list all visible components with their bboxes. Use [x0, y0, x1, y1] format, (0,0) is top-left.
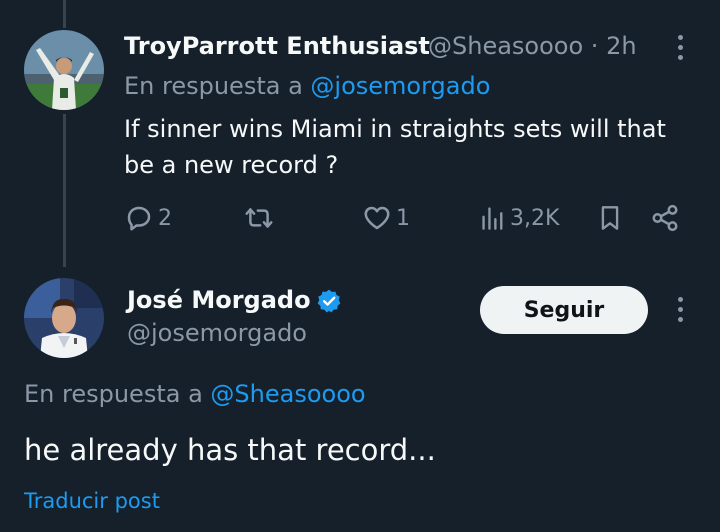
author-name[interactable]: José Morgado	[127, 284, 311, 316]
reply-count: 2	[158, 205, 172, 231]
verified-badge-icon	[316, 288, 342, 318]
meta-separator: ·	[590, 32, 599, 60]
follow-button[interactable]: Seguir	[480, 286, 648, 334]
author-meta: @Sheasoooo · 2h	[428, 30, 637, 62]
more-icon[interactable]	[676, 297, 684, 322]
like-count: 1	[396, 205, 410, 231]
reply-icon	[124, 203, 154, 233]
like-button[interactable]: 1	[362, 202, 410, 234]
views-icon	[480, 203, 506, 233]
like-icon	[362, 203, 392, 233]
retweet-icon	[243, 203, 275, 233]
tweet-text: If sinner wins Miami in straights sets w…	[124, 111, 666, 183]
reply-context: En respuesta a @Sheasoooo	[24, 378, 366, 410]
tweet-text-line1: If sinner wins Miami in straights sets w…	[124, 115, 666, 143]
thread-line	[63, 114, 66, 267]
views-count: 3,2K	[510, 205, 560, 231]
author-handle[interactable]: @josemorgado	[127, 317, 307, 349]
author-handle[interactable]: @Sheasoooo	[428, 32, 583, 60]
post-time[interactable]: 2h	[606, 32, 636, 60]
reply-to-link[interactable]: @Sheasoooo	[210, 380, 365, 408]
more-icon[interactable]	[676, 35, 684, 60]
share-icon	[650, 203, 680, 233]
reply-prefix: En respuesta a	[124, 72, 303, 100]
avatar[interactable]	[24, 278, 104, 358]
reply-to-link[interactable]: @josemorgado	[310, 72, 490, 100]
reply-button[interactable]: 2	[124, 202, 172, 234]
translate-link[interactable]: Traducir post	[24, 486, 160, 516]
avatar[interactable]	[24, 30, 104, 110]
share-button[interactable]	[650, 202, 680, 234]
bookmark-button[interactable]	[597, 202, 623, 234]
reply-prefix: En respuesta a	[24, 380, 203, 408]
author-name[interactable]: TroyParrott Enthusiast	[124, 30, 430, 62]
tweet-text-line2: be a new record ?	[124, 151, 339, 179]
views-button[interactable]: 3,2K	[480, 202, 559, 234]
thread-line-top	[63, 0, 66, 28]
retweet-button[interactable]	[243, 202, 279, 234]
reply-context: En respuesta a @josemorgado	[124, 70, 490, 102]
tweet-text: he already has that record...	[24, 433, 436, 467]
bookmark-icon	[597, 203, 623, 233]
